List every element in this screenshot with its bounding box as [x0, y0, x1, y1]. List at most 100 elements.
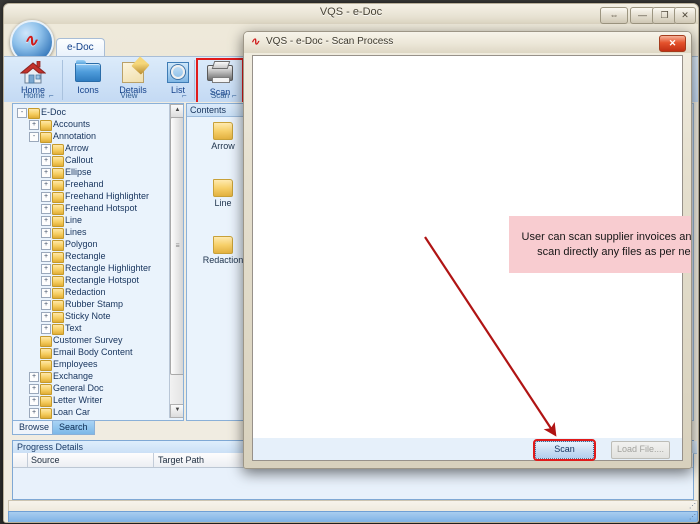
expand-icon[interactable]: +: [29, 396, 39, 406]
main-title-bar: VQS - e-Doc ⇔ — ❐ ✕: [4, 4, 698, 24]
dialog-launcher-home[interactable]: ⌐: [49, 91, 54, 100]
tree-item[interactable]: + Lines: [13, 226, 168, 239]
tree-item-label: Employees: [53, 359, 98, 369]
expand-icon[interactable]: +: [41, 288, 51, 298]
tree-item[interactable]: + Rubber Stamp: [13, 298, 168, 311]
tree-item-label: Loan Car: [53, 407, 91, 417]
tree-item[interactable]: + Rectangle: [13, 250, 168, 263]
house-icon: [9, 59, 57, 85]
column-header-target-path[interactable]: Target Path: [158, 453, 204, 467]
tree-item-label: Rectangle Highlighter: [65, 263, 152, 273]
tree-item[interactable]: Customer Survey: [13, 334, 168, 347]
tree-item-label: Freehand: [65, 179, 104, 189]
scan-process-dialog: ∿ VQS - e-Doc - Scan Process ✕ User can …: [243, 31, 692, 469]
expand-icon[interactable]: +: [29, 408, 39, 418]
dialog-close-button[interactable]: ✕: [659, 35, 686, 52]
expand-icon[interactable]: +: [41, 180, 51, 190]
tree-item-label: Freehand Hotspot: [65, 203, 138, 213]
tree-item[interactable]: + Callout: [13, 154, 168, 167]
dialog-scan-button[interactable]: Scan: [533, 439, 596, 461]
tree-item[interactable]: + Freehand: [13, 178, 168, 191]
folder-tree[interactable]: - E-Doc + Accounts - Annotation + Arrow + Callout…: [13, 106, 168, 419]
tree-item-label: Arrow: [65, 143, 89, 153]
tree-item-label: Rectangle Hotspot: [65, 275, 140, 285]
tree-item[interactable]: + Rectangle Highlighter: [13, 262, 168, 275]
collapse-icon[interactable]: -: [17, 108, 27, 118]
tree-item[interactable]: + Redaction: [13, 286, 168, 299]
expand-icon[interactable]: +: [41, 156, 51, 166]
tab-browse[interactable]: Browse: [12, 421, 57, 435]
expand-icon[interactable]: +: [41, 276, 51, 286]
tree-item[interactable]: Employees: [13, 358, 168, 371]
scroll-up-icon[interactable]: ▲: [170, 104, 183, 118]
tab-edoc[interactable]: e-Doc: [56, 38, 105, 57]
expand-icon[interactable]: +: [41, 240, 51, 250]
folder-icon: [66, 59, 110, 85]
group-separator: [62, 60, 63, 100]
tree-item[interactable]: + Exchange: [13, 370, 168, 383]
tree-item-label: Rubber Stamp: [65, 299, 124, 309]
tree-item-label: General Doc: [53, 383, 104, 393]
dialog-launcher-scan[interactable]: ⌐: [232, 91, 237, 100]
expand-icon[interactable]: +: [41, 204, 51, 214]
tree-item[interactable]: + Freehand Hotspot: [13, 202, 168, 215]
resize-grip-icon: ⋰: [689, 503, 696, 510]
expand-icon[interactable]: +: [41, 192, 51, 202]
expand-icon[interactable]: +: [29, 384, 39, 394]
column-header-source[interactable]: Source: [31, 453, 60, 467]
tree-item[interactable]: + Rectangle Hotspot: [13, 274, 168, 287]
expand-icon[interactable]: +: [41, 264, 51, 274]
annotation-callout: User can scan supplier invoices and can …: [509, 216, 691, 273]
expand-icon[interactable]: +: [29, 120, 39, 130]
tree-item-label: Accounts: [53, 119, 91, 129]
expand-icon[interactable]: +: [29, 372, 39, 382]
tree-item[interactable]: + Text: [13, 322, 168, 335]
tree-item-label: Exchange: [53, 371, 94, 381]
status-bar: ⋰: [8, 511, 698, 522]
collapse-icon[interactable]: -: [29, 132, 39, 142]
tree-item[interactable]: + Polygon: [13, 238, 168, 251]
tree-item[interactable]: - E-Doc: [13, 106, 168, 119]
tree-item[interactable]: + Line: [13, 214, 168, 227]
folder-icon: [213, 122, 233, 140]
tree-item-label: E-Doc: [41, 107, 67, 117]
expand-icon[interactable]: +: [41, 324, 51, 334]
expand-icon[interactable]: +: [41, 312, 51, 322]
tree-item[interactable]: + General Doc: [13, 382, 168, 395]
tree-item[interactable]: + Accounts: [13, 118, 168, 131]
expand-icon[interactable]: +: [41, 228, 51, 238]
tree-item-label: Callout: [65, 155, 94, 165]
tree-item[interactable]: + Ellipse: [13, 166, 168, 179]
dialog-launcher-view[interactable]: ⌐: [182, 91, 187, 100]
tree-item[interactable]: + Sticky Note: [13, 310, 168, 323]
expand-icon[interactable]: +: [41, 252, 51, 262]
expand-icon[interactable]: +: [41, 144, 51, 154]
ribbon-group-label-view: View: [120, 91, 138, 100]
tree-item-label: Lines: [65, 227, 87, 237]
scan-preview-canvas[interactable]: User can scan supplier invoices and can …: [252, 55, 691, 439]
tree-item[interactable]: + Letter Writer: [13, 394, 168, 407]
expand-icon[interactable]: +: [41, 300, 51, 310]
tree-item[interactable]: + Freehand Highlighter: [13, 190, 168, 203]
dialog-load-file-button: Load File....: [611, 441, 670, 459]
restore-view-button[interactable]: ⇔: [600, 7, 628, 24]
tab-search[interactable]: Search: [52, 421, 95, 435]
tree-item-label: Letter Writer: [53, 395, 103, 405]
tree-item-label: Sticky Note: [65, 311, 111, 321]
tree-item[interactable]: + Loan Car: [13, 406, 168, 419]
folder-icon: [40, 408, 52, 419]
tree-item[interactable]: - Annotation: [13, 130, 168, 143]
tree-item-label: Annotation: [53, 131, 97, 141]
note-pencil-icon: [111, 59, 155, 85]
tree-item[interactable]: + Arrow: [13, 142, 168, 155]
folder-icon: [213, 236, 233, 254]
folder-tree-scrollbar[interactable]: ▲ ▼: [169, 104, 183, 418]
scroll-down-icon[interactable]: ▼: [170, 404, 183, 418]
tree-item[interactable]: Email Body Content: [13, 346, 168, 359]
scrollbar-thumb[interactable]: [170, 117, 183, 375]
expand-icon[interactable]: +: [41, 168, 51, 178]
expand-icon[interactable]: +: [41, 216, 51, 226]
folder-tree-panel: - E-Doc + Accounts - Annotation + Arrow + Callout…: [12, 103, 184, 421]
dialog-footer: Scan Load File....: [252, 438, 683, 461]
close-button[interactable]: ✕: [674, 7, 696, 24]
